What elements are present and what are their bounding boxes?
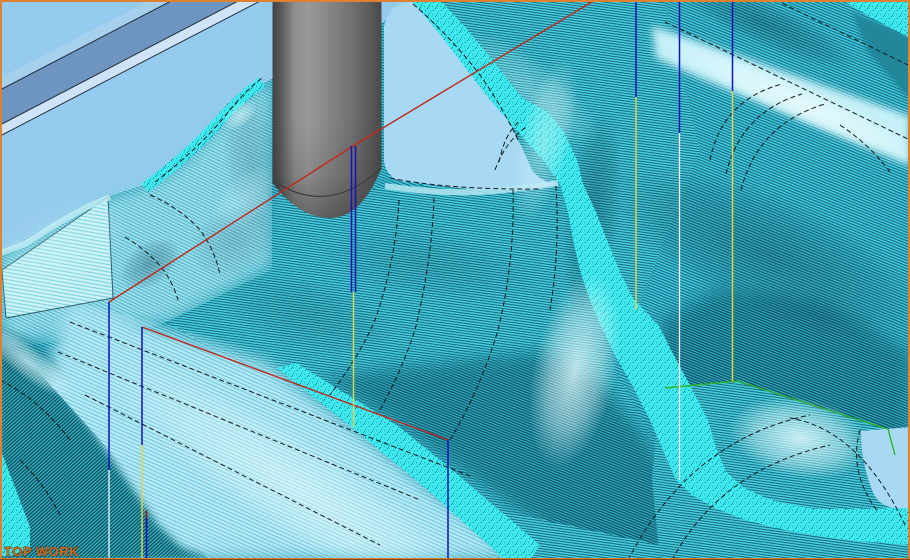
svg-text:TOP WORK: TOP WORK xyxy=(4,544,79,559)
